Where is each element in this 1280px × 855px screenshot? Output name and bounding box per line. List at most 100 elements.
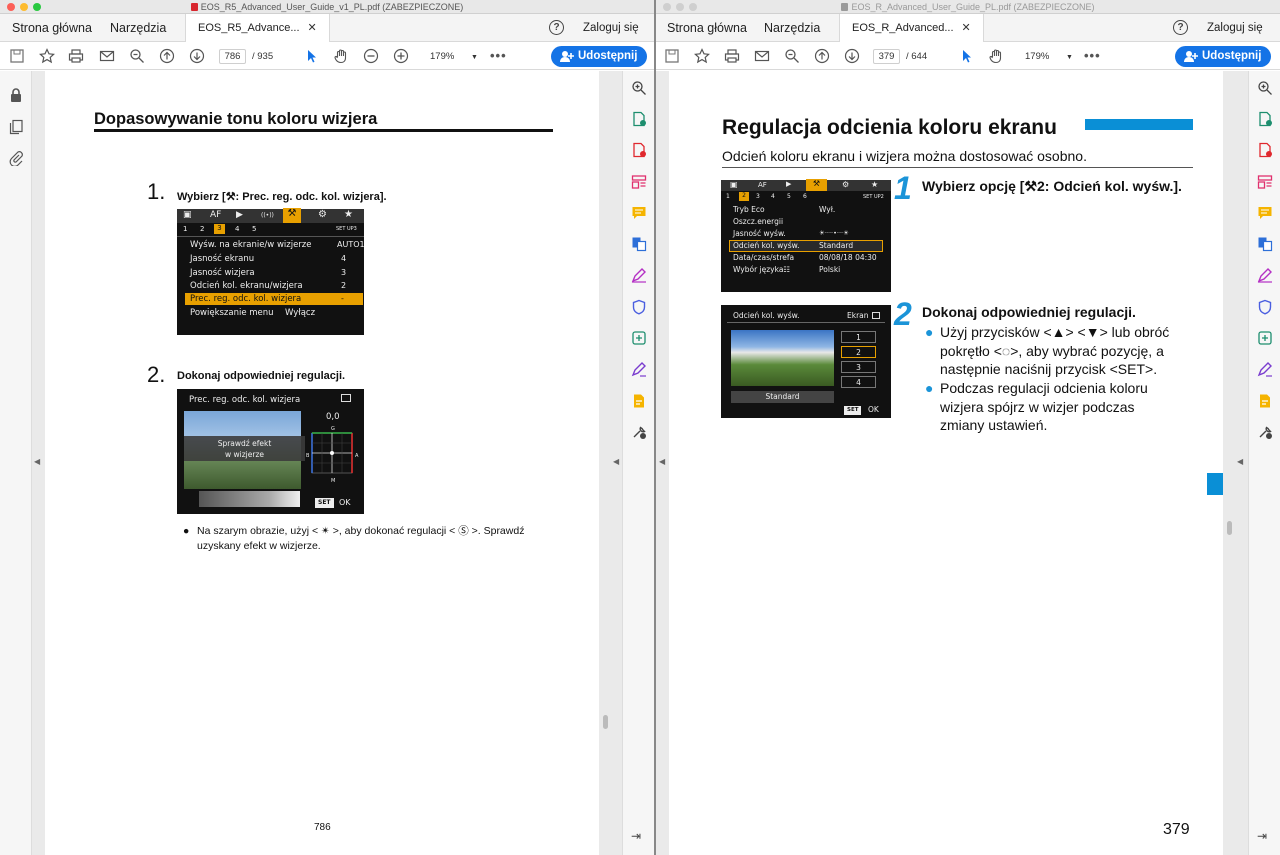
collapse-right-panel-icon[interactable]: ◀ xyxy=(613,457,619,466)
create-pdf-icon[interactable] xyxy=(1257,142,1273,158)
more-options-icon[interactable]: ••• xyxy=(1084,48,1100,64)
close-tab-icon[interactable]: ✕ xyxy=(962,22,971,34)
tab-document[interactable]: EOS_R_Advanced... ✕ xyxy=(839,14,984,43)
previous-page-icon[interactable] xyxy=(814,48,830,64)
tab-tools[interactable]: Narzędzia xyxy=(110,14,166,42)
camera-menu-row-value: ☀····•···☀ xyxy=(819,229,849,237)
scrollbar-thumb[interactable] xyxy=(1227,521,1232,535)
next-page-icon[interactable] xyxy=(844,48,860,64)
search-zoom-icon[interactable] xyxy=(1257,80,1273,96)
camera-menu-row-value: 4 xyxy=(341,254,347,263)
export-pdf-icon[interactable] xyxy=(1257,111,1273,127)
heading-rule xyxy=(94,129,553,132)
print-icon[interactable] xyxy=(68,48,84,64)
page-subtitle: Odcień koloru ekranu i wizjera można dos… xyxy=(722,148,1087,164)
select-cursor-icon[interactable] xyxy=(959,48,975,64)
comment-icon[interactable] xyxy=(631,205,647,221)
combine-files-icon[interactable] xyxy=(1257,236,1273,252)
close-window-button[interactable] xyxy=(663,3,671,11)
tone-option: 1 xyxy=(841,331,876,343)
camera-tab-shooting: ▣ xyxy=(730,180,738,189)
toolbar: 379 / 644 179% ▼ ••• Udostępnij xyxy=(656,42,1280,70)
help-icon[interactable]: ? xyxy=(549,20,564,35)
save-icon[interactable] xyxy=(9,48,25,64)
collapse-left-panel-icon[interactable]: ◀ xyxy=(659,457,665,466)
page-thumbnails-icon[interactable] xyxy=(8,119,24,135)
prepare-form-icon[interactable] xyxy=(631,393,647,409)
divider xyxy=(177,236,364,237)
camera-subtab: 1 xyxy=(183,225,188,233)
fill-sign-icon[interactable] xyxy=(1257,267,1273,283)
select-cursor-icon[interactable] xyxy=(304,48,320,64)
prepare-form-icon[interactable] xyxy=(1257,393,1273,409)
camera-subtab: 1 xyxy=(726,193,730,200)
hand-tool-icon[interactable] xyxy=(988,48,1004,64)
create-pdf-icon[interactable] xyxy=(631,142,647,158)
attachments-icon[interactable] xyxy=(8,150,24,166)
help-icon[interactable]: ? xyxy=(1173,20,1188,35)
camera-menu-row-value-selected: Standard xyxy=(819,241,854,250)
tab-tools[interactable]: Narzędzia xyxy=(764,14,820,42)
fill-sign-icon[interactable] xyxy=(631,267,647,283)
tab-home[interactable]: Strona główna xyxy=(12,14,92,42)
save-icon[interactable] xyxy=(664,48,680,64)
expand-panel-icon[interactable]: ⇥ xyxy=(1257,829,1273,845)
zoom-window-button[interactable] xyxy=(33,3,41,11)
zoom-out-search-icon[interactable] xyxy=(784,48,800,64)
scrollbar-thumb[interactable] xyxy=(603,715,608,729)
zoom-out-icon[interactable] xyxy=(363,48,379,64)
bookmark-star-icon[interactable] xyxy=(694,48,710,64)
right-tools-panel: ⇥ xyxy=(622,71,654,855)
color-grid-chart xyxy=(311,432,353,474)
title-bar: EOS_R_Advanced_User_Guide_PL.pdf (ZABEZP… xyxy=(656,0,1280,14)
minimize-window-button[interactable] xyxy=(676,3,684,11)
tab-document[interactable]: EOS_R5_Advance... ✕ xyxy=(185,14,330,43)
minimize-window-button[interactable] xyxy=(20,3,28,11)
print-icon[interactable] xyxy=(724,48,740,64)
more-options-icon[interactable]: ••• xyxy=(490,48,506,64)
search-zoom-icon[interactable] xyxy=(631,80,647,96)
combine-files-icon[interactable] xyxy=(631,236,647,252)
zoom-level-value: 179% xyxy=(1025,51,1050,62)
email-icon[interactable] xyxy=(754,48,770,64)
divider xyxy=(727,322,885,323)
page-number-input[interactable]: 379 xyxy=(873,49,900,64)
edit-pdf-icon[interactable] xyxy=(1257,174,1273,190)
bookmark-star-icon[interactable] xyxy=(39,48,55,64)
comment-icon[interactable] xyxy=(1257,205,1273,221)
zoom-level-select[interactable]: 179% ▼ xyxy=(1025,49,1073,65)
more-tools-icon[interactable] xyxy=(1257,424,1273,440)
share-button[interactable]: Udostępnij xyxy=(1175,46,1272,67)
protect-shield-icon[interactable] xyxy=(631,299,647,315)
zoom-level-select[interactable]: 179% ▼ xyxy=(430,49,478,65)
login-link[interactable]: Zaloguj się xyxy=(583,14,639,42)
axis-b-label: B xyxy=(306,453,310,459)
zoom-out-search-icon[interactable] xyxy=(129,48,145,64)
zoom-window-button[interactable] xyxy=(689,3,697,11)
previous-page-icon[interactable] xyxy=(159,48,175,64)
hand-tool-icon[interactable] xyxy=(333,48,349,64)
export-pdf-icon[interactable] xyxy=(631,111,647,127)
collapse-right-panel-icon[interactable]: ◀ xyxy=(1237,457,1243,466)
login-link[interactable]: Zaloguj się xyxy=(1207,14,1263,42)
lock-icon[interactable] xyxy=(8,87,24,103)
edit-pdf-icon[interactable] xyxy=(631,174,647,190)
optimize-pdf-icon[interactable] xyxy=(631,330,647,346)
page-number-input[interactable]: 786 xyxy=(219,49,246,64)
close-tab-icon[interactable]: ✕ xyxy=(308,22,317,34)
email-icon[interactable] xyxy=(99,48,115,64)
expand-panel-icon[interactable]: ⇥ xyxy=(631,829,647,845)
optimize-pdf-icon[interactable] xyxy=(1257,330,1273,346)
close-window-button[interactable] xyxy=(7,3,15,11)
pdf-file-icon xyxy=(190,3,198,11)
protect-shield-icon[interactable] xyxy=(1257,299,1273,315)
more-tools-icon[interactable] xyxy=(631,424,647,440)
zoom-in-icon[interactable] xyxy=(393,48,409,64)
send-for-signature-icon[interactable] xyxy=(631,361,647,377)
next-page-icon[interactable] xyxy=(189,48,205,64)
tab-home[interactable]: Strona główna xyxy=(667,14,747,42)
collapse-left-panel-icon[interactable]: ◀ xyxy=(34,457,40,466)
share-button[interactable]: Udostępnij xyxy=(551,46,648,67)
step-1-text: Wybierz opcję [⚒2: Odcień kol. wyśw.]. xyxy=(922,178,1182,194)
send-for-signature-icon[interactable] xyxy=(1257,361,1273,377)
